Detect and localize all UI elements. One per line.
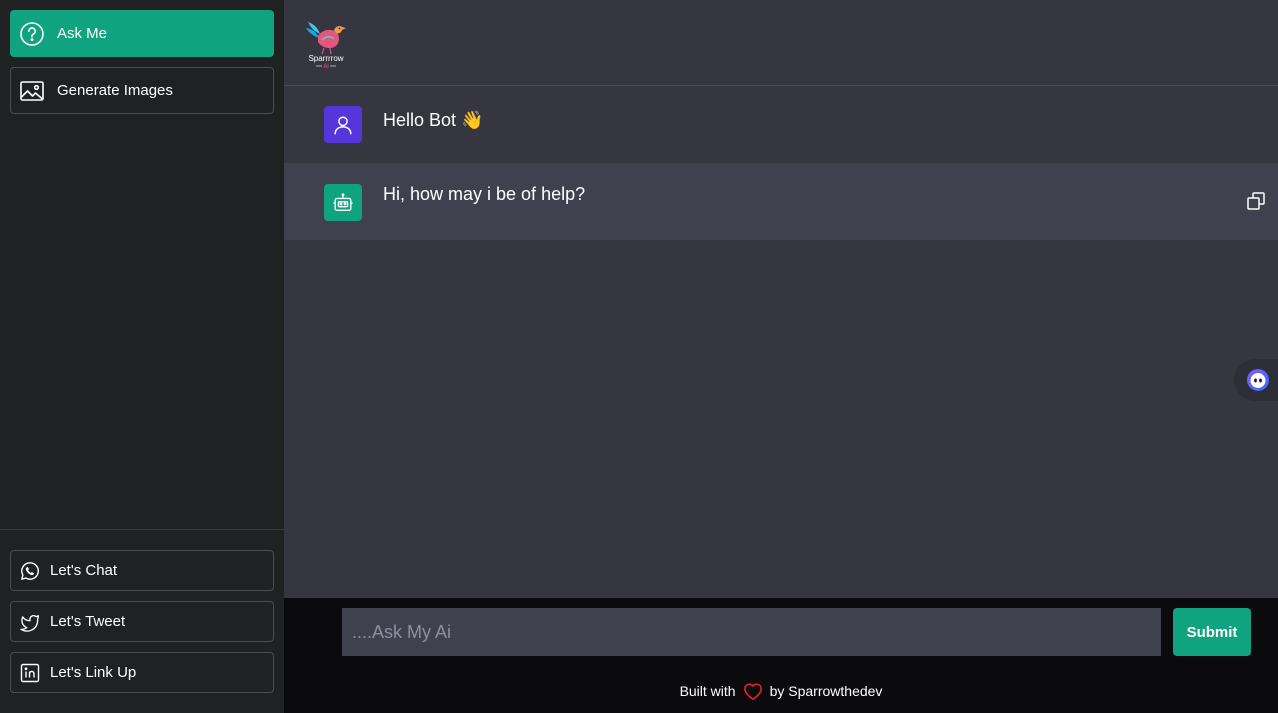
sidebar: Ask Me Generate Images Let's Chat Let's … — [0, 0, 284, 713]
sidebar-item-label: Generate Images — [57, 82, 173, 99]
sidebar-item-label: Let's Tweet — [50, 613, 126, 630]
message-text: Hi, how may i be of help? — [383, 184, 586, 204]
sidebar-item-generate-images[interactable]: Generate Images — [10, 67, 274, 114]
message-row-user: Hello Bot 👋 — [284, 87, 1278, 163]
floating-assistant-widget[interactable] — [1234, 359, 1278, 401]
question-circle-icon — [19, 21, 45, 47]
heart-icon — [742, 681, 764, 701]
sidebar-item-ask-me[interactable]: Ask Me — [10, 10, 274, 57]
message-text: Hello Bot 👋 — [383, 110, 484, 130]
linkedin-icon — [20, 663, 40, 683]
chat-area: Sparrrrow Ai Hello Bot 👋 Hi, how may i b… — [284, 0, 1278, 713]
sidebar-item-lets-chat[interactable]: Let's Chat — [10, 550, 274, 591]
footer-prefix: Built with — [679, 683, 736, 699]
footer-suffix: by Sparrowthedev — [769, 683, 883, 699]
assistant-face-icon — [1247, 369, 1269, 391]
sidebar-item-lets-tweet[interactable]: Let's Tweet — [10, 601, 274, 642]
message-row-bot: Hi, how may i be of help? — [284, 163, 1278, 240]
bot-avatar — [324, 184, 362, 221]
app: Ask Me Generate Images Let's Chat Let's … — [0, 0, 1278, 713]
footer-credit: Built with by Sparrowthedev — [284, 680, 1278, 702]
sidebar-item-label: Let's Link Up — [50, 664, 137, 681]
sidebar-divider — [0, 529, 284, 530]
sidebar-item-lets-link-up[interactable]: Let's Link Up — [10, 652, 274, 693]
prompt-input[interactable] — [342, 608, 1161, 656]
twitter-icon — [20, 612, 40, 632]
user-avatar — [324, 106, 362, 143]
svg-text:Sparrrrow: Sparrrrow — [308, 54, 343, 63]
submit-button[interactable]: Submit — [1173, 608, 1251, 656]
sparrow-logo[interactable]: Sparrrrow Ai — [304, 14, 348, 70]
robot-icon — [333, 192, 353, 211]
user-icon — [334, 115, 352, 134]
composer-bar: Submit Built with by Sparrowthedev — [284, 598, 1278, 713]
whatsapp-icon — [20, 561, 40, 581]
header: Sparrrrow Ai — [284, 0, 1278, 86]
image-icon — [19, 78, 45, 104]
svg-text:Ai: Ai — [323, 64, 328, 70]
sidebar-item-label: Let's Chat — [50, 562, 118, 579]
sidebar-item-label: Ask Me — [57, 25, 108, 42]
copy-icon[interactable] — [1246, 191, 1266, 211]
